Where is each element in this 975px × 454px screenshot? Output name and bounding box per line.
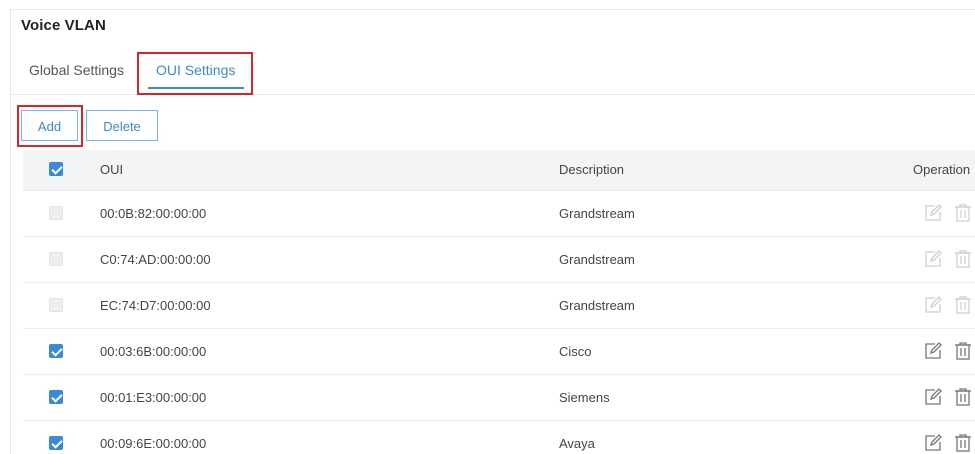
select-all-checkbox[interactable] [49, 162, 63, 176]
row-oui: 00:01:E3:00:00:00 [100, 390, 207, 405]
voice-vlan-page: Voice VLAN Global Settings OUI Settings … [0, 0, 975, 454]
row-description: Grandstream [559, 252, 635, 267]
row-operations [911, 203, 971, 225]
oui-table: OUI Description Operation 00:0B:82:00:00… [23, 150, 975, 454]
table-row: EC:74:D7:00:00:00 Grandstream [23, 283, 975, 329]
row-checkbox[interactable] [49, 298, 63, 312]
row-checkbox[interactable] [49, 206, 63, 220]
edit-icon[interactable] [923, 295, 943, 315]
table-header: OUI Description Operation [23, 150, 975, 191]
row-description: Avaya [559, 436, 595, 451]
trash-icon[interactable] [953, 341, 973, 361]
trash-icon[interactable] [953, 203, 973, 223]
row-description: Siemens [559, 390, 610, 405]
table-row: C0:74:AD:00:00:00 Grandstream [23, 237, 975, 283]
highlight-box-oui-settings [137, 52, 253, 95]
highlight-box-add-button [17, 105, 83, 147]
row-oui: 00:0B:82:00:00:00 [100, 206, 207, 221]
row-description: Cisco [559, 344, 592, 359]
row-oui: 00:09:6E:00:00:00 [100, 436, 207, 451]
row-checkbox[interactable] [49, 252, 63, 266]
page-title: Voice VLAN [21, 17, 106, 34]
edit-icon[interactable] [923, 249, 943, 269]
edit-icon[interactable] [923, 387, 943, 407]
header-operation: Operation [913, 162, 971, 177]
edit-icon[interactable] [923, 203, 943, 223]
row-operations [911, 295, 971, 317]
edit-icon[interactable] [923, 433, 943, 453]
table-body: 00:0B:82:00:00:00 Grandstream C0:74:AD:0… [23, 191, 975, 454]
trash-icon[interactable] [953, 433, 973, 453]
tab-global-settings[interactable]: Global Settings [29, 60, 124, 84]
content-panel: Voice VLAN Global Settings OUI Settings … [10, 9, 975, 454]
trash-icon[interactable] [953, 249, 973, 269]
table-row: 00:01:E3:00:00:00 Siemens [23, 375, 975, 421]
row-checkbox[interactable] [49, 436, 63, 450]
row-checkbox[interactable] [49, 390, 63, 404]
trash-icon[interactable] [953, 295, 973, 315]
row-oui: 00:03:6B:00:00:00 [100, 344, 207, 359]
table-row: 00:03:6B:00:00:00 Cisco [23, 329, 975, 375]
header-description: Description [559, 162, 625, 177]
row-operations [911, 387, 971, 409]
trash-icon[interactable] [953, 387, 973, 407]
row-oui: C0:74:AD:00:00:00 [100, 252, 211, 267]
row-operations [911, 341, 971, 363]
row-operations [911, 433, 971, 454]
table-row: 00:0B:82:00:00:00 Grandstream [23, 191, 975, 237]
delete-button[interactable]: Delete [86, 110, 158, 141]
row-operations [911, 249, 971, 271]
table-row: 00:09:6E:00:00:00 Avaya [23, 421, 975, 454]
row-oui: EC:74:D7:00:00:00 [100, 298, 211, 313]
row-description: Grandstream [559, 298, 635, 313]
row-description: Grandstream [559, 206, 635, 221]
header-oui: OUI [100, 162, 124, 177]
row-checkbox[interactable] [49, 344, 63, 358]
edit-icon[interactable] [923, 341, 943, 361]
